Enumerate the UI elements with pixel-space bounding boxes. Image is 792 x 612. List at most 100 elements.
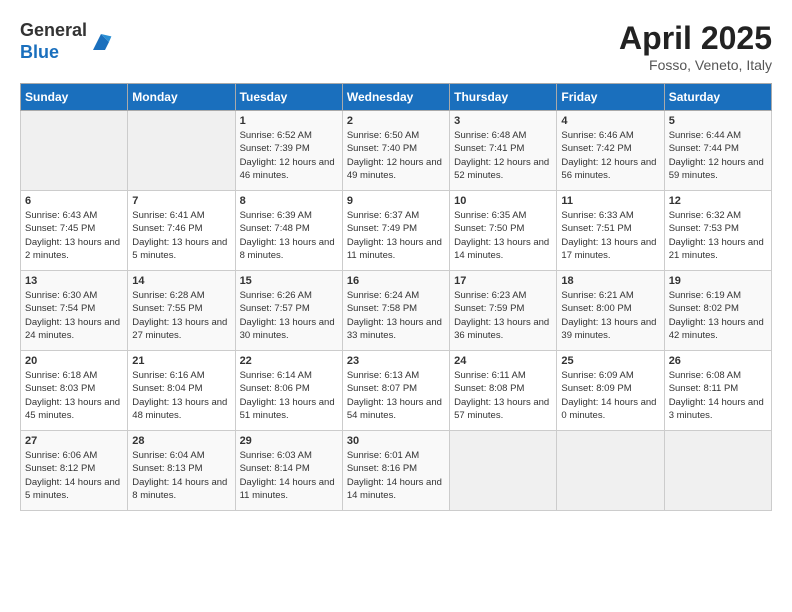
calendar-cell: 2Sunrise: 6:50 AM Sunset: 7:40 PM Daylig…	[342, 111, 449, 191]
calendar-cell: 19 Sunrise: 6:19 AM Sunset: 8:02 PM Dayli…	[664, 271, 771, 351]
day-number: 8	[240, 195, 338, 207]
calendar-cell: 18 Sunrise: 6:21 AM Sunset: 8:00 PM Dayli…	[557, 271, 664, 351]
logo: General Blue	[20, 20, 113, 63]
day-info: Sunrise: 6:21 AM Sunset: 8:00 PM Dayligh…	[561, 289, 659, 342]
calendar-table: SundayMondayTuesdayWednesdayThursdayFrid…	[20, 83, 772, 511]
calendar-week-row: 20 Sunrise: 6:18 AM Sunset: 8:03 PM Dayli…	[21, 351, 772, 431]
day-info: Sunrise: 6:37 AM Sunset: 7:49 PM Dayligh…	[347, 209, 445, 262]
calendar-cell: 24Sunrise: 6:11 AM Sunset: 8:08 PM Dayli…	[450, 351, 557, 431]
calendar-cell: 3 Sunrise: 6:48 AM Sunset: 7:41 PM Daylig…	[450, 111, 557, 191]
day-info: Sunrise: 6:30 AM Sunset: 7:54 PM Dayligh…	[25, 289, 123, 342]
day-info: Sunrise: 6:26 AM Sunset: 7:57 PM Dayligh…	[240, 289, 338, 342]
day-number: 14	[132, 275, 230, 287]
calendar-cell: 27Sunrise: 6:06 AM Sunset: 8:12 PM Dayli…	[21, 431, 128, 511]
calendar-cell: 10 Sunrise: 6:35 AM Sunset: 7:50 PM Dayli…	[450, 191, 557, 271]
day-number: 1	[240, 115, 338, 127]
day-info: Sunrise: 6:35 AM Sunset: 7:50 PM Dayligh…	[454, 209, 552, 262]
weekday-header-tuesday: Tuesday	[235, 84, 342, 111]
day-number: 28	[132, 435, 230, 447]
day-number: 20	[25, 355, 123, 367]
day-info: Sunrise: 6:41 AM Sunset: 7:46 PM Dayligh…	[132, 209, 230, 262]
day-number: 25	[561, 355, 659, 367]
day-number: 27	[25, 435, 123, 447]
day-number: 24	[454, 355, 552, 367]
calendar-week-row: 6Sunrise: 6:43 AM Sunset: 7:45 PM Daylig…	[21, 191, 772, 271]
calendar-cell: 9 Sunrise: 6:37 AM Sunset: 7:49 PM Daylig…	[342, 191, 449, 271]
day-info: Sunrise: 6:24 AM Sunset: 7:58 PM Dayligh…	[347, 289, 445, 342]
calendar-cell: 28 Sunrise: 6:04 AM Sunset: 8:13 PM Dayli…	[128, 431, 235, 511]
calendar-cell: 20 Sunrise: 6:18 AM Sunset: 8:03 PM Dayli…	[21, 351, 128, 431]
day-info: Sunrise: 6:44 AM Sunset: 7:44 PM Dayligh…	[669, 129, 767, 182]
calendar-cell	[557, 431, 664, 511]
day-number: 15	[240, 275, 338, 287]
day-info: Sunrise: 6:01 AM Sunset: 8:16 PM Dayligh…	[347, 449, 445, 502]
day-info: Sunrise: 6:46 AM Sunset: 7:42 PM Dayligh…	[561, 129, 659, 182]
calendar-cell: 11 Sunrise: 6:33 AM Sunset: 7:51 PM Dayli…	[557, 191, 664, 271]
day-info: Sunrise: 6:52 AM Sunset: 7:39 PM Dayligh…	[240, 129, 338, 182]
calendar-cell: 16Sunrise: 6:24 AM Sunset: 7:58 PM Dayli…	[342, 271, 449, 351]
day-number: 23	[347, 355, 445, 367]
calendar-cell: 23 Sunrise: 6:13 AM Sunset: 8:07 PM Dayli…	[342, 351, 449, 431]
day-number: 30	[347, 435, 445, 447]
weekday-header-friday: Friday	[557, 84, 664, 111]
calendar-cell: 12 Sunrise: 6:32 AM Sunset: 7:53 PM Dayli…	[664, 191, 771, 271]
calendar-cell: 6Sunrise: 6:43 AM Sunset: 7:45 PM Daylig…	[21, 191, 128, 271]
day-number: 22	[240, 355, 338, 367]
calendar-cell: 25 Sunrise: 6:09 AM Sunset: 8:09 PM Dayli…	[557, 351, 664, 431]
day-info: Sunrise: 6:48 AM Sunset: 7:41 PM Dayligh…	[454, 129, 552, 182]
calendar-cell: 5 Sunrise: 6:44 AM Sunset: 7:44 PM Daylig…	[664, 111, 771, 191]
calendar-header: SundayMondayTuesdayWednesdayThursdayFrid…	[21, 84, 772, 111]
calendar-cell: 7Sunrise: 6:41 AM Sunset: 7:46 PM Daylig…	[128, 191, 235, 271]
day-info: Sunrise: 6:14 AM Sunset: 8:06 PM Dayligh…	[240, 369, 338, 422]
day-number: 3	[454, 115, 552, 127]
calendar-week-row: 27Sunrise: 6:06 AM Sunset: 8:12 PM Dayli…	[21, 431, 772, 511]
day-info: Sunrise: 6:28 AM Sunset: 7:55 PM Dayligh…	[132, 289, 230, 342]
calendar-cell: 15 Sunrise: 6:26 AM Sunset: 7:57 PM Dayli…	[235, 271, 342, 351]
day-number: 18	[561, 275, 659, 287]
calendar-cell	[128, 111, 235, 191]
day-number: 29	[240, 435, 338, 447]
day-info: Sunrise: 6:13 AM Sunset: 8:07 PM Dayligh…	[347, 369, 445, 422]
weekday-header-thursday: Thursday	[450, 84, 557, 111]
day-number: 9	[347, 195, 445, 207]
day-number: 4	[561, 115, 659, 127]
calendar-week-row: 1 Sunrise: 6:52 AM Sunset: 7:39 PM Daylig…	[21, 111, 772, 191]
month-title: April 2025	[619, 20, 772, 57]
calendar-cell	[21, 111, 128, 191]
calendar-cell: 30 Sunrise: 6:01 AM Sunset: 8:16 PM Dayli…	[342, 431, 449, 511]
weekday-header-saturday: Saturday	[664, 84, 771, 111]
day-info: Sunrise: 6:03 AM Sunset: 8:14 PM Dayligh…	[240, 449, 338, 502]
day-info: Sunrise: 6:50 AM Sunset: 7:40 PM Dayligh…	[347, 129, 445, 182]
weekday-header-wednesday: Wednesday	[342, 84, 449, 111]
day-number: 19	[669, 275, 767, 287]
day-info: Sunrise: 6:18 AM Sunset: 8:03 PM Dayligh…	[25, 369, 123, 422]
day-info: Sunrise: 6:09 AM Sunset: 8:09 PM Dayligh…	[561, 369, 659, 422]
day-info: Sunrise: 6:43 AM Sunset: 7:45 PM Dayligh…	[25, 209, 123, 262]
calendar-cell: 1 Sunrise: 6:52 AM Sunset: 7:39 PM Daylig…	[235, 111, 342, 191]
calendar-cell: 17Sunrise: 6:23 AM Sunset: 7:59 PM Dayli…	[450, 271, 557, 351]
calendar-cell: 22 Sunrise: 6:14 AM Sunset: 8:06 PM Dayli…	[235, 351, 342, 431]
calendar-body: 1 Sunrise: 6:52 AM Sunset: 7:39 PM Daylig…	[21, 111, 772, 511]
calendar-cell: 21Sunrise: 6:16 AM Sunset: 8:04 PM Dayli…	[128, 351, 235, 431]
day-info: Sunrise: 6:39 AM Sunset: 7:48 PM Dayligh…	[240, 209, 338, 262]
day-info: Sunrise: 6:32 AM Sunset: 7:53 PM Dayligh…	[669, 209, 767, 262]
logo-blue: Blue	[20, 42, 87, 64]
day-number: 12	[669, 195, 767, 207]
day-info: Sunrise: 6:23 AM Sunset: 7:59 PM Dayligh…	[454, 289, 552, 342]
calendar-cell: 8 Sunrise: 6:39 AM Sunset: 7:48 PM Daylig…	[235, 191, 342, 271]
day-info: Sunrise: 6:04 AM Sunset: 8:13 PM Dayligh…	[132, 449, 230, 502]
day-info: Sunrise: 6:19 AM Sunset: 8:02 PM Dayligh…	[669, 289, 767, 342]
day-info: Sunrise: 6:33 AM Sunset: 7:51 PM Dayligh…	[561, 209, 659, 262]
calendar-week-row: 13 Sunrise: 6:30 AM Sunset: 7:54 PM Dayli…	[21, 271, 772, 351]
day-number: 13	[25, 275, 123, 287]
day-number: 10	[454, 195, 552, 207]
location-subtitle: Fosso, Veneto, Italy	[619, 57, 772, 73]
day-number: 5	[669, 115, 767, 127]
calendar-cell: 26Sunrise: 6:08 AM Sunset: 8:11 PM Dayli…	[664, 351, 771, 431]
page-header: General Blue April 2025 Fosso, Veneto, I…	[20, 20, 772, 73]
logo-general: General	[20, 20, 87, 42]
day-info: Sunrise: 6:16 AM Sunset: 8:04 PM Dayligh…	[132, 369, 230, 422]
day-number: 11	[561, 195, 659, 207]
calendar-cell: 14 Sunrise: 6:28 AM Sunset: 7:55 PM Dayli…	[128, 271, 235, 351]
title-block: April 2025 Fosso, Veneto, Italy	[619, 20, 772, 73]
